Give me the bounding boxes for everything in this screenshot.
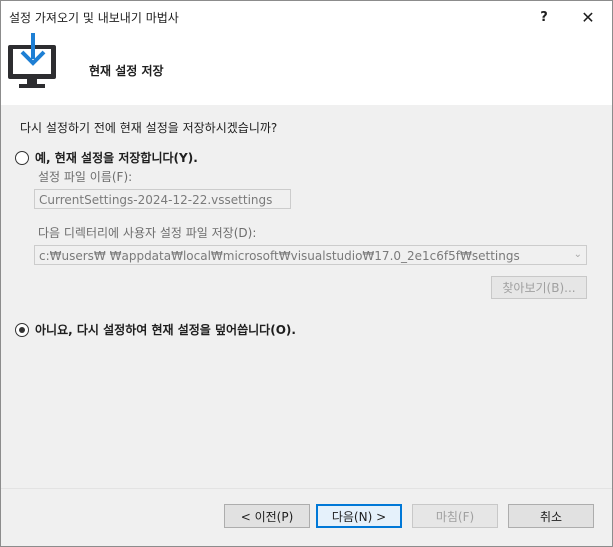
close-button[interactable]: ✕ <box>566 1 610 33</box>
wizard-window: 설정 가져오기 및 내보내기 마법사 ? ✕ 현재 설정 저장 다시 설정하기 … <box>0 0 613 547</box>
footer-divider <box>1 488 612 489</box>
file-name-label: 설정 파일 이름(F): <box>38 170 133 184</box>
window-title: 설정 가져오기 및 내보내기 마법사 <box>9 11 179 25</box>
overwrite-settings-option[interactable]: 아니요, 다시 설정하여 현재 설정을 덮어씁니다(O). <box>15 321 296 338</box>
browse-button: 찾아보기(B)... <box>491 276 587 299</box>
save-radio[interactable] <box>15 150 29 165</box>
question-text: 다시 설정하기 전에 현재 설정을 저장하시겠습니까? <box>20 121 278 135</box>
next-button[interactable]: 다음(N) > <box>316 504 402 528</box>
save-radio-label: 예, 현재 설정을 저장합니다(Y). <box>35 151 198 165</box>
back-button[interactable]: < 이전(P) <box>224 504 310 528</box>
overwrite-radio[interactable] <box>15 322 29 337</box>
chevron-down-icon: ⌄ <box>573 249 582 260</box>
save-settings-option[interactable]: 예, 현재 설정을 저장합니다(Y). <box>15 149 198 166</box>
file-name-field: CurrentSettings-2024-12-22.vssettings <box>34 189 291 209</box>
directory-value: c:₩users₩ ₩appdata₩local₩microsoft₩visua… <box>39 249 520 263</box>
monitor-download-icon <box>8 33 56 88</box>
page-title: 현재 설정 저장 <box>89 64 164 78</box>
directory-label: 다음 디렉터리에 사용자 설정 파일 저장(D): <box>38 226 257 240</box>
cancel-button[interactable]: 취소 <box>508 504 594 528</box>
title-bar[interactable]: 설정 가져오기 및 내보내기 마법사 ? ✕ <box>1 1 612 33</box>
file-name-value: CurrentSettings-2024-12-22.vssettings <box>39 193 273 207</box>
directory-combo: c:₩users₩ ₩appdata₩local₩microsoft₩visua… <box>34 245 587 265</box>
finish-button: 마침(F) <box>412 504 498 528</box>
wizard-content: 다시 설정하기 전에 현재 설정을 저장하시겠습니까? 예, 현재 설정을 저장… <box>1 105 612 488</box>
help-button[interactable]: ? <box>522 1 566 33</box>
wizard-header: 현재 설정 저장 <box>1 33 612 105</box>
overwrite-radio-label: 아니요, 다시 설정하여 현재 설정을 덮어씁니다(O). <box>35 323 296 337</box>
